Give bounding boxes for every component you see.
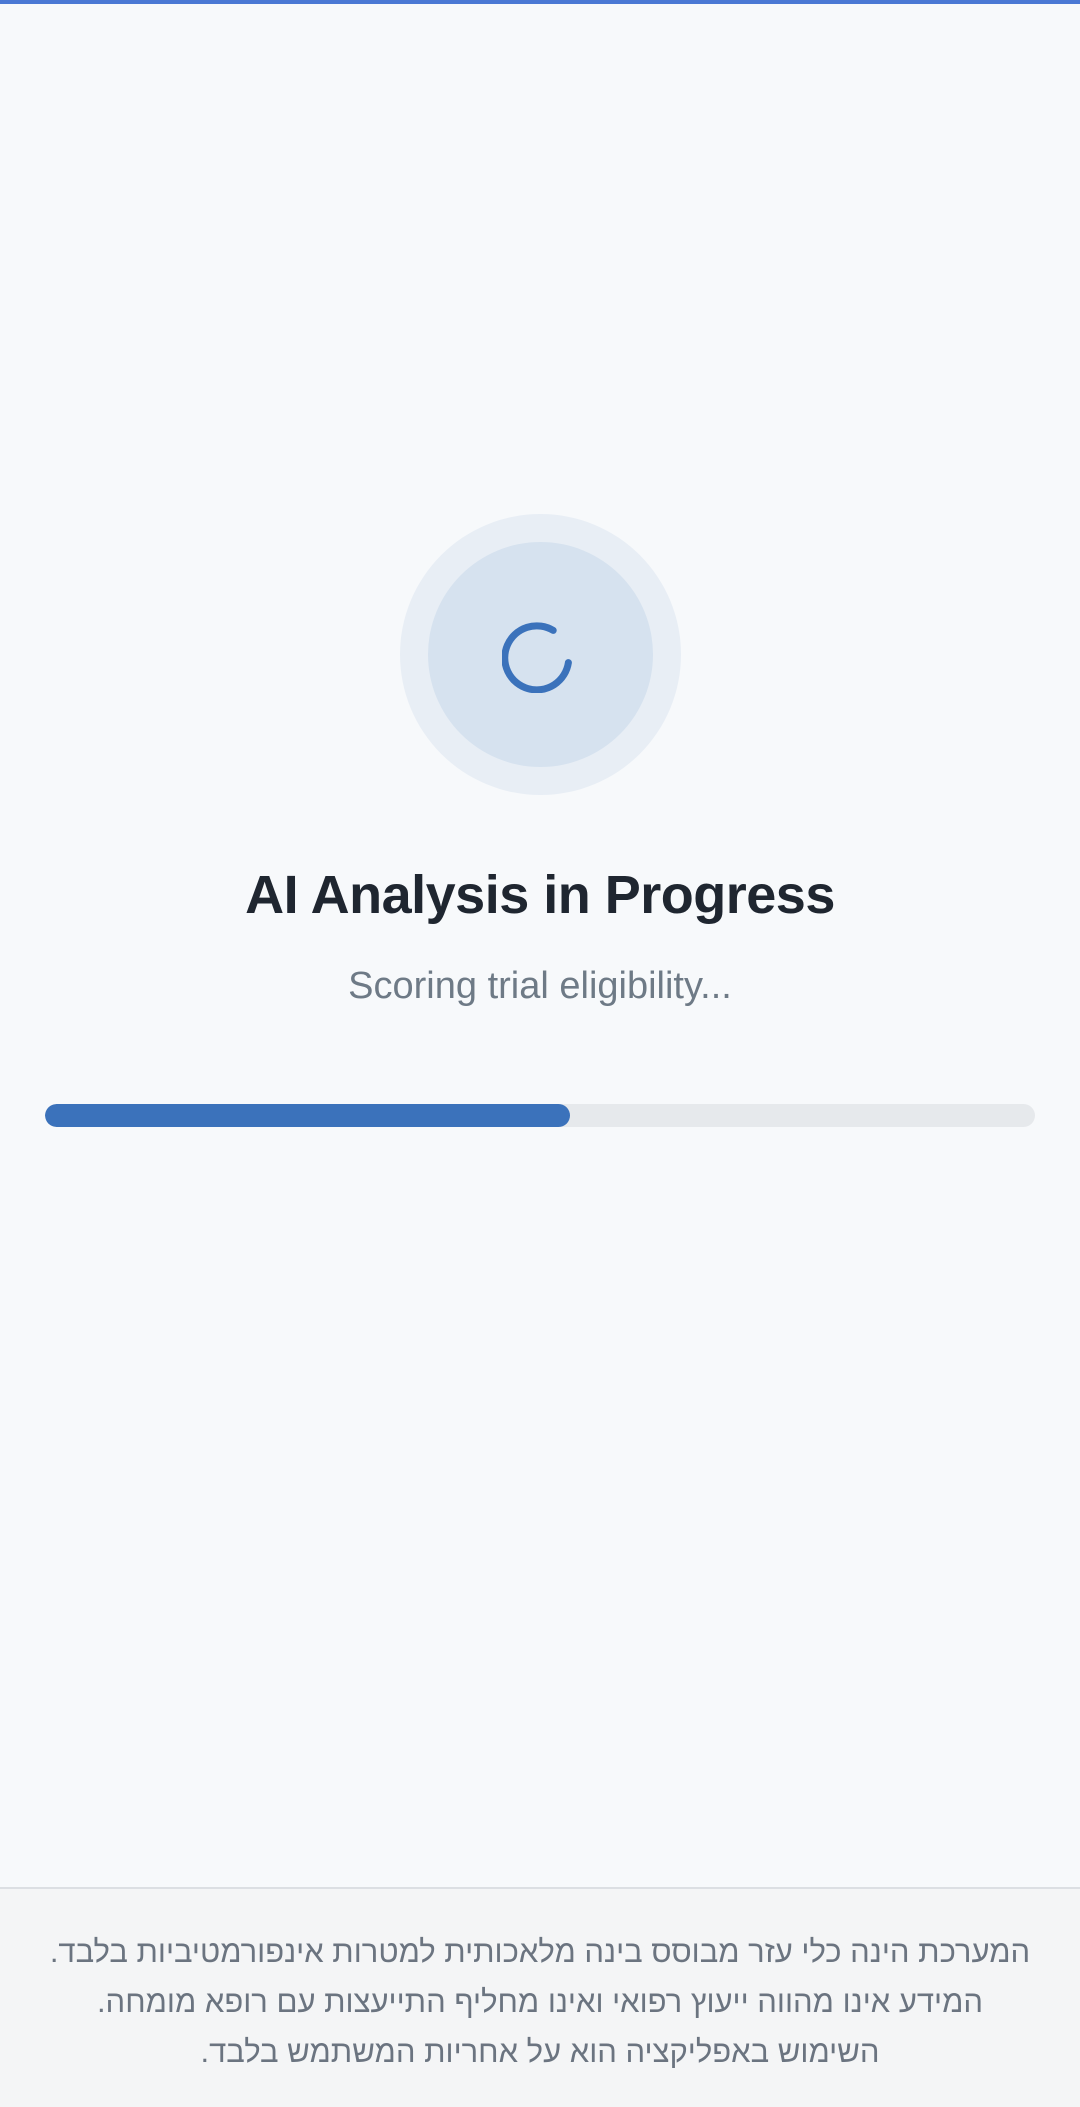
disclaimer-text: המערכת הינה כלי עזר מבוסס בינה מלאכותית … (49, 1934, 1031, 2069)
status-subtitle: Scoring trial eligibility... (348, 965, 732, 1007)
progress-bar (45, 1104, 1035, 1127)
page-title: AI Analysis in Progress (245, 865, 835, 925)
top-accent-bar (0, 0, 1080, 4)
spinner-icon (502, 622, 572, 693)
progress-fill (45, 1104, 570, 1127)
disclaimer-footer: המערכת הינה כלי עזר מבוסס בינה מלאכותית … (0, 1887, 1080, 2107)
